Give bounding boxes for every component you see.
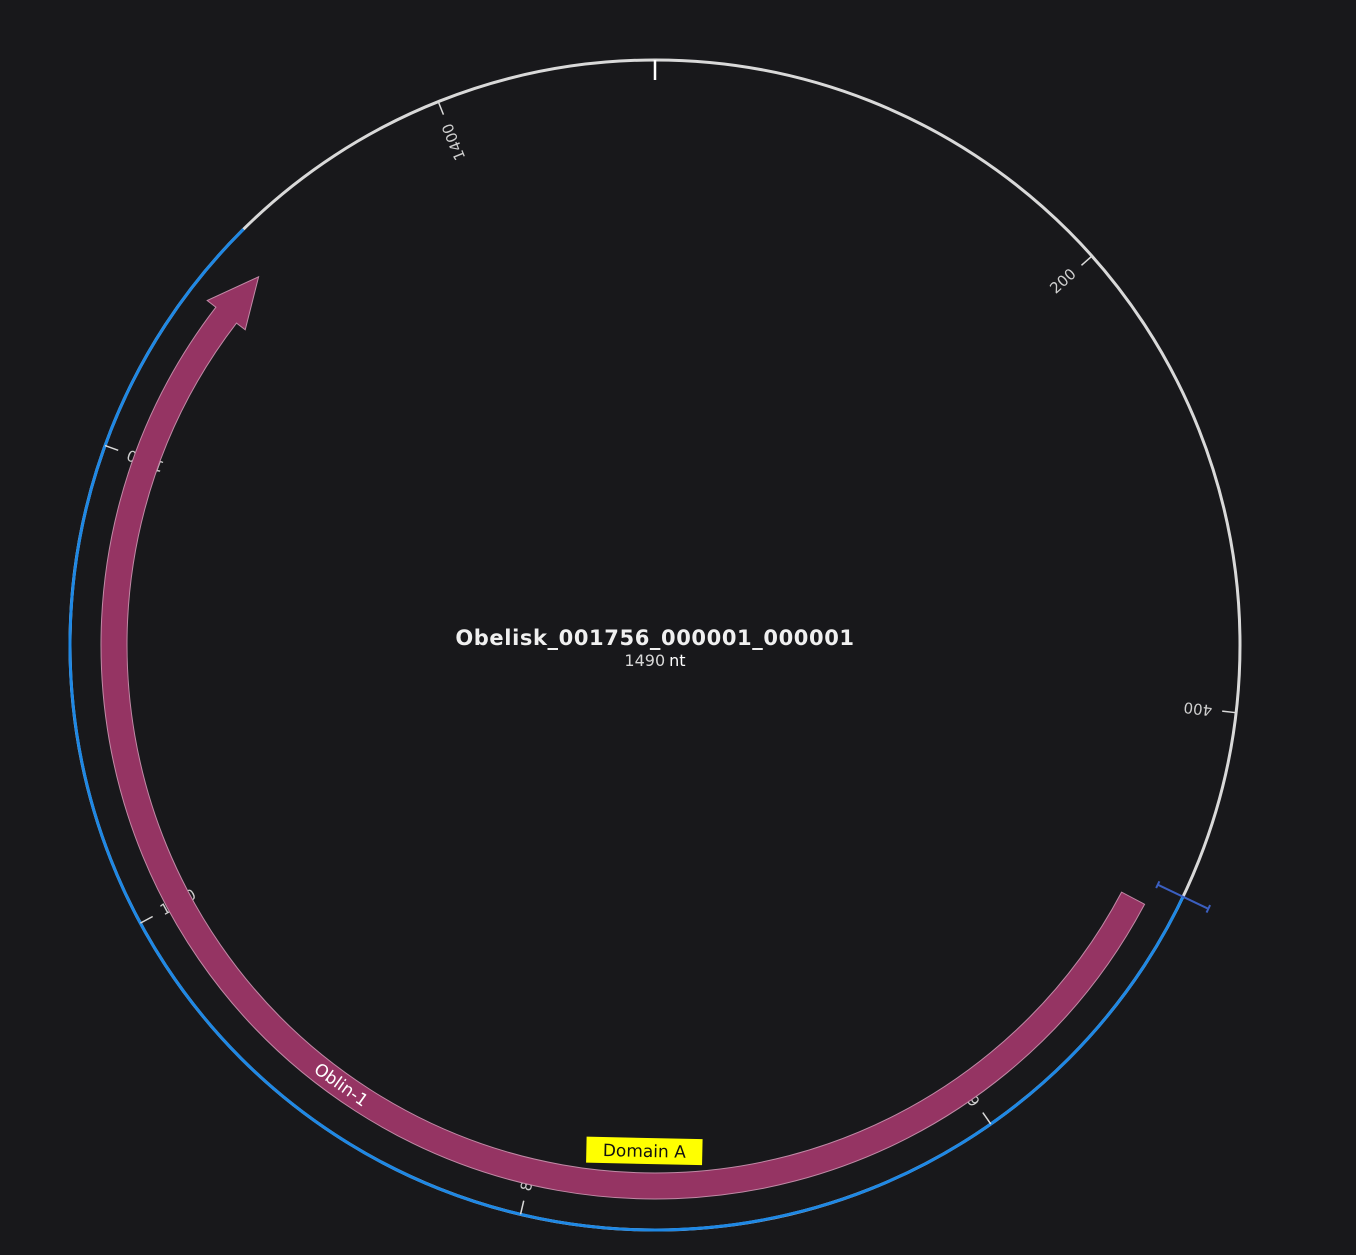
annotation-domain-a[interactable]: Domain A <box>586 1136 703 1166</box>
tick-label: 1400 <box>438 121 469 163</box>
tick-mark <box>519 1200 525 1215</box>
sequence-length-value: 1490 <box>624 651 665 670</box>
sequence-name: Obelisk_001756_000001_000001 <box>455 626 854 650</box>
tick-mark <box>982 1112 992 1125</box>
tick-mark <box>437 101 445 115</box>
tick-label: 400 <box>1183 698 1214 719</box>
annotation-label: Domain A <box>603 1141 687 1163</box>
tick-label: 200 <box>1046 265 1079 297</box>
tick-mark <box>1222 710 1237 714</box>
cursor-line <box>1157 883 1209 910</box>
annotations-layer: Domain A <box>586 1136 703 1166</box>
feature-arrow-oblin-1[interactable] <box>100 275 1146 1200</box>
features-layer: Oblin-1 <box>100 275 1146 1200</box>
tick-mark <box>104 444 119 452</box>
sequence-length-unit: nt <box>669 651 685 670</box>
tick-mark <box>1080 255 1093 266</box>
plasmid-map[interactable]: 200400600800100012001400 Oblin-1 Domain … <box>0 0 1356 1255</box>
selection-arc[interactable] <box>68 228 1185 1232</box>
tick-mark <box>139 915 154 924</box>
sequence-length: 1490 nt <box>624 651 685 670</box>
cursor-marker[interactable] <box>1155 880 1212 913</box>
